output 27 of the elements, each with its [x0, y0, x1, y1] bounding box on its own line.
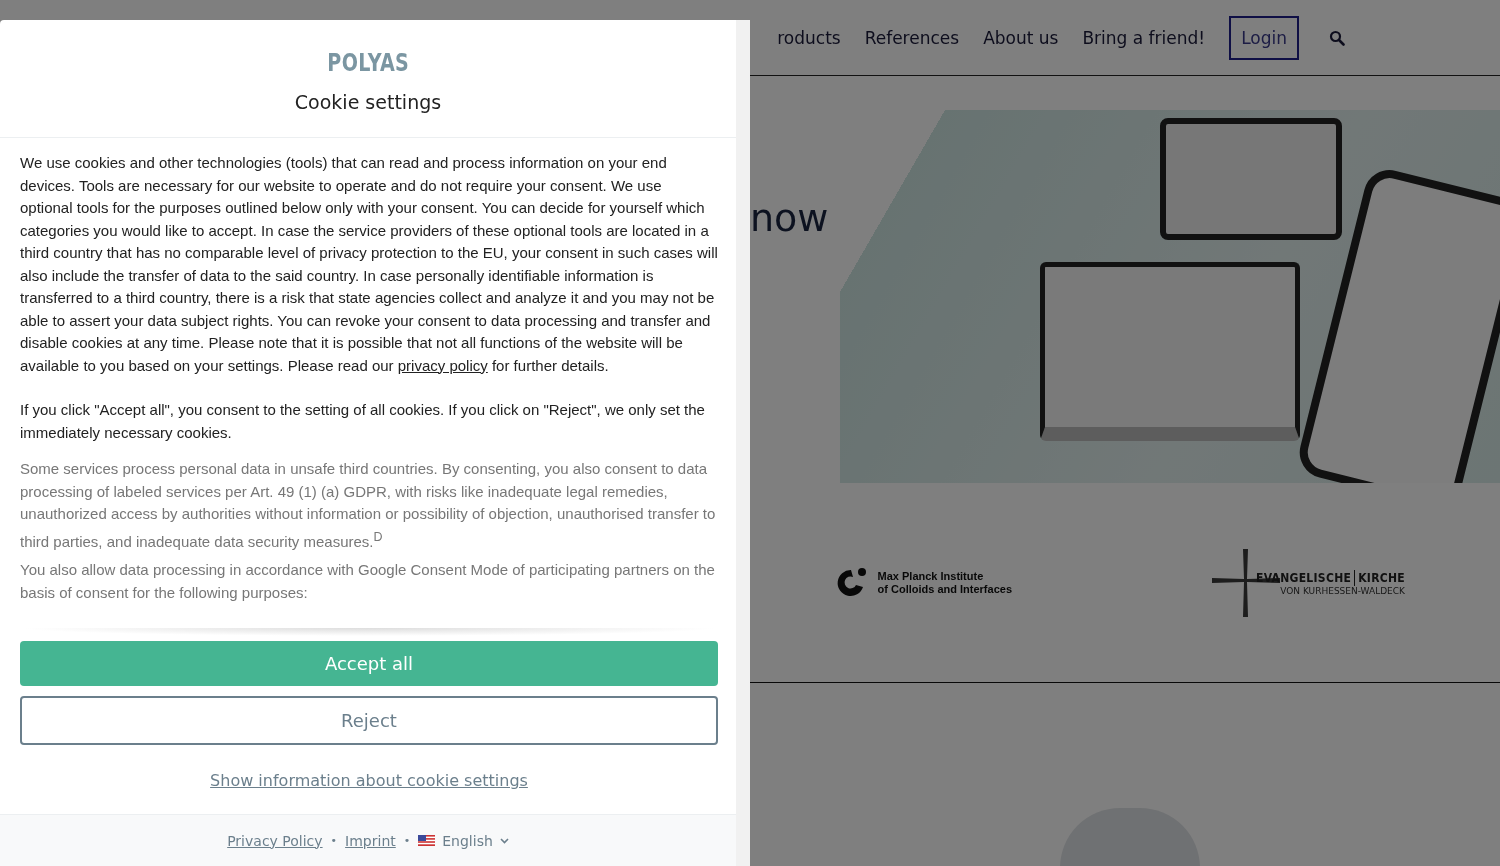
- consent-paragraph: We use cookies and other technologies (tools) that can read and process information on your end devices. Tools are necessary for our website to operate and do not require your consent. We use optional tools for the purposes outlined below only with your consent. You can decide for yourself which categories you would like to accept. In case the service providers of these optional tools are located in a third country that has no comparable level of privacy protection to the EU, your consent in such cases will also include the transfer of data to the said country. In case personally identifiable information is transferred to a third country, there is a risk that state agencies collect and analyze it and you may not be able to assert your data subject rights. You can revoke your consent to data processing and transfer and disable cookies at any time. Please note that it is possible that not all functions of the website will be available to you based on your settings. Please read our privacy policy for further details.: [20, 153, 718, 376]
- institute-logo-text: Max Planck Institute of Colloids and Interfaces: [877, 570, 1012, 595]
- reject-button[interactable]: Reject: [20, 696, 718, 745]
- nav-link[interactable]: Bring a friend!: [1082, 27, 1206, 48]
- nav-link[interactable]: About us: [983, 27, 1059, 48]
- consent-paragraph: If you click "Accept all", you consent to the setting of all cookies. If you click on "Reject", we only set the immediately necessary cookies.: [20, 400, 706, 443]
- login-button[interactable]: Login: [1229, 15, 1299, 60]
- consent-paragraph: You also allow data processing in accordance with Google Consent Mode of participating partners on the basis of consent for the following purposes:: [20, 560, 716, 603]
- cookie-info-link[interactable]: Show information about cookie settings: [210, 771, 528, 790]
- nav-link[interactable]: roducts: [777, 27, 841, 48]
- nav-link[interactable]: References: [864, 27, 960, 48]
- search-icon[interactable]: [1329, 29, 1345, 46]
- language-selector[interactable]: English: [418, 832, 509, 849]
- flag-icon: [418, 835, 436, 846]
- church-logo-subtitle: VON KURHESSEN-WALDECK: [1279, 585, 1405, 596]
- consent-paragraph: Some services process personal data in unsafe third countries. By consenting, you also consent to data processing of labeled services per Art. 49 (1) (a) GDPR, with risks like inadequate legal remedies, unauthorized access by authorities without information or possibility of objection, unauthorised transfer to third parties, and inadequate data security measures.$^{D}$: [20, 459, 717, 552]
- polyas-logo: POLYAS: [326, 48, 410, 77]
- footer-link[interactable]: Imprint: [345, 832, 396, 849]
- footer-link[interactable]: Privacy Policy: [227, 832, 323, 849]
- church-logo-text: KIRCHE: [1358, 570, 1405, 585]
- chevron-down-icon: [499, 837, 509, 844]
- separator-dot: •: [403, 834, 411, 847]
- hero-headline: now: [750, 196, 829, 240]
- dialog-title: Cookie settings: [294, 91, 442, 113]
- accept-all-button[interactable]: Accept all: [20, 641, 718, 686]
- separator-dot: •: [330, 834, 338, 847]
- privacy-policy-link[interactable]: privacy policy: [397, 356, 488, 374]
